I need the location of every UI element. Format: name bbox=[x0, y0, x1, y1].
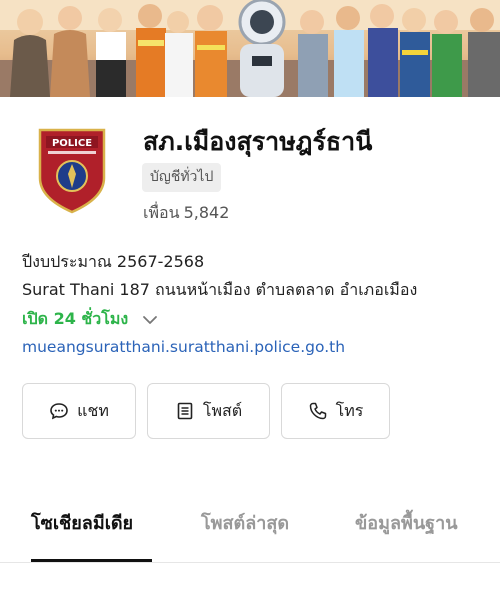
section-tabs: โซเชียลมีเดีย โพสต์ล่าสุด ข้อมูลพื้นฐาน bbox=[0, 508, 500, 564]
tab-social-media[interactable]: โซเชียลมีเดีย bbox=[31, 508, 133, 537]
friends-label: เพื่อน bbox=[143, 203, 180, 222]
friends-number: 5,842 bbox=[183, 203, 230, 222]
badge-text: POLICE bbox=[52, 138, 92, 149]
profile-avatar[interactable]: POLICE bbox=[36, 126, 108, 214]
tabs-divider bbox=[0, 562, 500, 563]
account-type-badge: บัญชีทั่วไป bbox=[142, 163, 222, 192]
cover-illustration bbox=[0, 0, 500, 97]
friends-count[interactable]: เพื่อน 5,842 bbox=[143, 201, 229, 226]
opening-hours[interactable]: เปิด 24 ชั่วโมง bbox=[22, 307, 158, 332]
chat-bubble-icon bbox=[49, 401, 69, 421]
chat-button-label: แชท bbox=[77, 400, 109, 420]
chat-button[interactable]: แชท bbox=[22, 383, 136, 439]
opening-hours-label: เปิด 24 ชั่วโมง bbox=[22, 309, 129, 328]
cover-banner[interactable] bbox=[0, 0, 500, 97]
police-badge-icon: POLICE bbox=[38, 128, 106, 214]
tab-latest-posts[interactable]: โพสต์ล่าสุด bbox=[201, 508, 289, 537]
phone-icon bbox=[308, 401, 328, 421]
page-title: สภ.เมืองสุราษฎร์ธานี bbox=[143, 127, 373, 156]
address-text: Surat Thani 187 ถนนหน้าเมือง ตำบลตลาด อำ… bbox=[22, 280, 418, 299]
tab-basic-info[interactable]: ข้อมูลพื้นฐาน bbox=[355, 508, 458, 537]
post-button[interactable]: โพสต์ bbox=[147, 383, 270, 439]
post-icon bbox=[175, 401, 195, 421]
call-button-label: โทร bbox=[335, 400, 364, 420]
post-button-label: โพสต์ bbox=[202, 400, 243, 420]
fiscal-year-text: ปีงบประมาณ 2567-2568 bbox=[22, 252, 205, 271]
call-button[interactable]: โทร bbox=[281, 383, 390, 439]
chevron-down-icon[interactable] bbox=[142, 312, 158, 328]
website-link[interactable]: mueangsuratthani.suratthani.police.go.th bbox=[22, 338, 345, 356]
